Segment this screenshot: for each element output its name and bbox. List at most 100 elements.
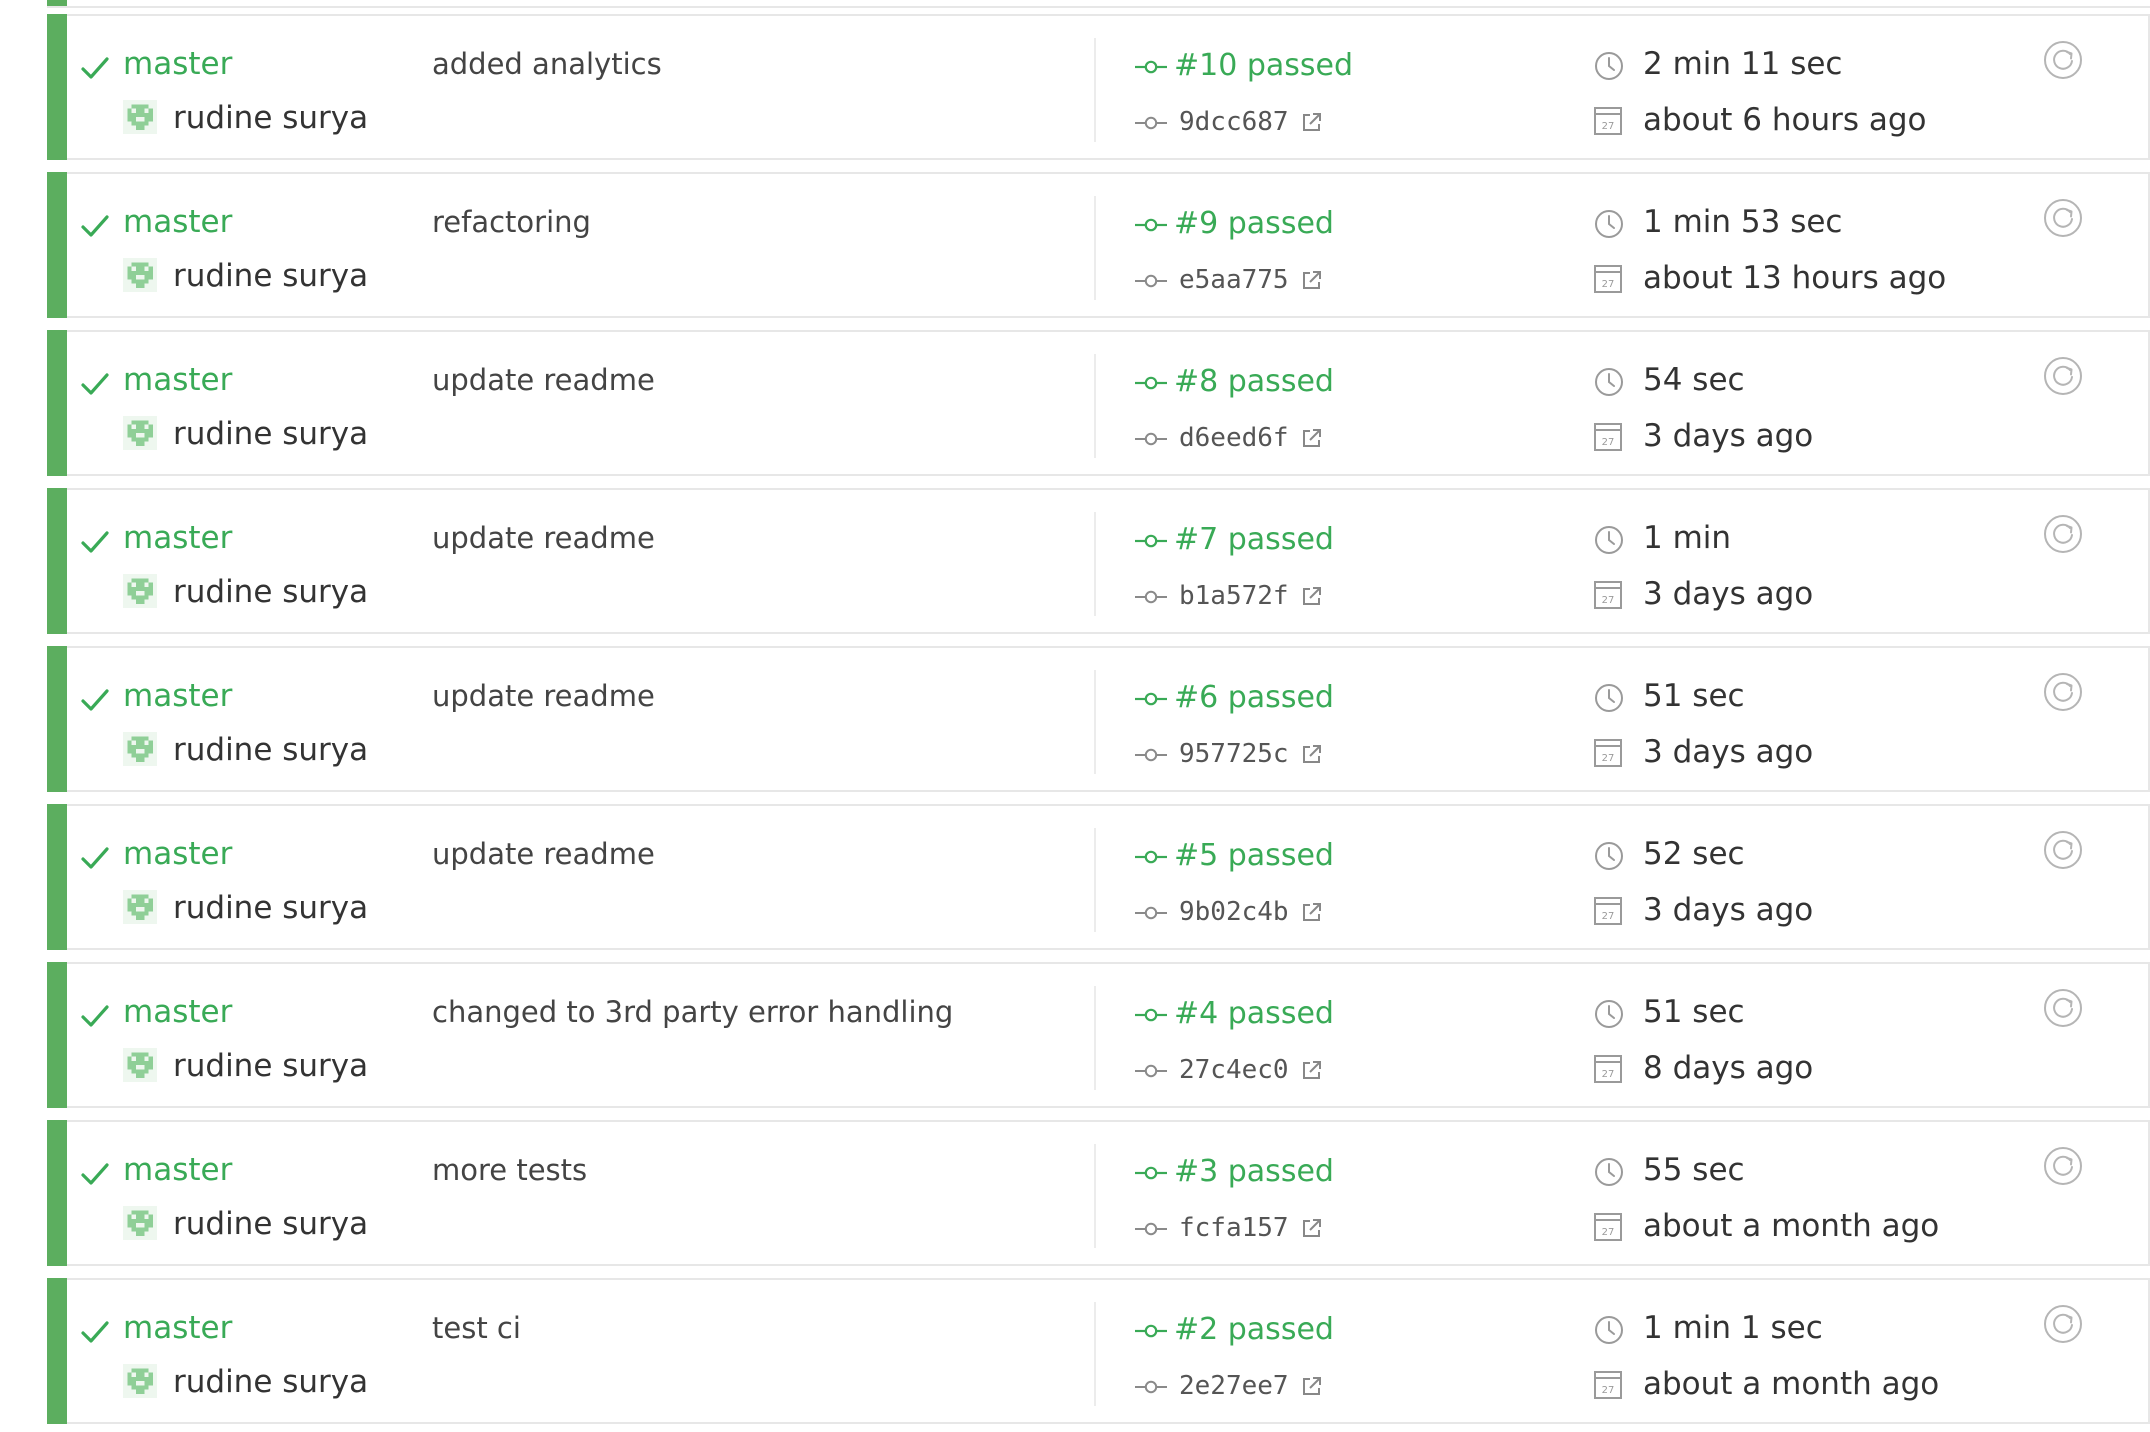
build-history-page: master rudine surya added analytics #10 … <box>0 0 2150 1432</box>
clock-icon <box>1595 684 1623 712</box>
commit-sha-link[interactable]: e5aa775 <box>1179 258 1323 302</box>
external-link-icon <box>1302 1061 1321 1079</box>
clock-icon <box>1595 368 1623 396</box>
avatar <box>123 1364 157 1398</box>
build-duration: 55 sec <box>1643 1152 1745 1188</box>
commit-message[interactable]: update readme <box>432 832 655 876</box>
divider <box>1094 38 1096 142</box>
restart-build-button[interactable] <box>2043 672 2083 712</box>
divider <box>1094 670 1096 774</box>
svg-text:27: 27 <box>1602 1385 1615 1396</box>
build-number-link[interactable]: #9 passed <box>1174 202 1334 246</box>
build-number-link[interactable]: #5 passed <box>1174 834 1334 878</box>
commit-icon <box>1135 850 1167 864</box>
commit-sha: b1a572f <box>1179 581 1289 611</box>
commit-sha-link[interactable]: 27c4ec0 <box>1179 1048 1323 1092</box>
build-row[interactable]: master rudine surya test ci #2 passed 2e… <box>47 1278 2150 1424</box>
calendar-icon: 27 <box>1594 1371 1622 1399</box>
branch-link[interactable]: master <box>123 674 232 718</box>
commit-sha-link[interactable]: b1a572f <box>1179 574 1323 618</box>
branch-link[interactable]: master <box>123 990 232 1034</box>
branch-link[interactable]: master <box>123 1148 232 1192</box>
branch-link[interactable]: master <box>123 1306 232 1350</box>
build-number-link[interactable]: #7 passed <box>1174 518 1334 562</box>
branch-link[interactable]: master <box>123 42 232 86</box>
build-row[interactable]: master rudine surya update readme #7 pas… <box>47 488 2150 634</box>
status-bar <box>47 1278 67 1424</box>
author-name: rudine surya <box>173 1206 369 1242</box>
status-bar <box>47 1120 67 1266</box>
commit-message[interactable]: update readme <box>432 516 655 560</box>
check-icon <box>81 1163 109 1185</box>
restart-build-button[interactable] <box>2043 988 2083 1028</box>
build-duration: 2 min 11 sec <box>1643 46 1843 82</box>
commit-icon <box>1135 432 1167 446</box>
build-number-link[interactable]: #4 passed <box>1174 992 1334 1036</box>
build-row[interactable]: master rudine surya more tests #3 passed <box>47 1120 2150 1266</box>
build-row[interactable]: master rudine surya update readme #8 pas… <box>47 330 2150 476</box>
calendar-icon: 27 <box>1594 107 1622 135</box>
build-row[interactable]: master rudine surya update readme #5 pas… <box>47 804 2150 950</box>
branch-link[interactable]: master <box>123 832 232 876</box>
commit-message[interactable]: refactoring <box>432 200 591 244</box>
commit-sha-link[interactable]: 957725c <box>1179 732 1323 776</box>
branch-link[interactable]: master <box>123 358 232 402</box>
restart-icon <box>2044 1147 2082 1185</box>
commit-sha-link[interactable]: 2e27ee7 <box>1179 1364 1323 1408</box>
status-bar <box>47 646 67 792</box>
build-number-link[interactable]: #2 passed <box>1174 1308 1334 1352</box>
build-row[interactable]: master rudine surya update readme #6 pas… <box>47 646 2150 792</box>
commit-message[interactable]: test ci <box>432 1306 521 1350</box>
svg-text:27: 27 <box>1602 1227 1615 1238</box>
restart-build-button[interactable] <box>2043 830 2083 870</box>
restart-build-button[interactable] <box>2043 356 2083 396</box>
restart-build-button[interactable] <box>2043 198 2083 238</box>
avatar <box>123 890 157 924</box>
commit-message[interactable]: changed to 3rd party error handling <box>432 990 953 1034</box>
build-number-link[interactable]: #6 passed <box>1174 676 1334 720</box>
commit-icon <box>1135 1008 1167 1022</box>
svg-text:27: 27 <box>1602 279 1615 290</box>
commit-message[interactable]: added analytics <box>432 42 662 86</box>
avatar <box>123 574 157 608</box>
build-list: master rudine surya added analytics #10 … <box>47 14 2150 1432</box>
build-finished-time: 8 days ago <box>1643 1050 1814 1086</box>
branch-link[interactable]: master <box>123 516 232 560</box>
check-icon <box>81 1321 109 1343</box>
commit-message[interactable]: update readme <box>432 358 655 402</box>
commit-sha-link[interactable]: 9b02c4b <box>1179 890 1323 934</box>
build-row[interactable]: master rudine surya changed to 3rd party… <box>47 962 2150 1108</box>
commit-icon <box>1135 748 1167 762</box>
commit-icon <box>1135 1324 1167 1338</box>
restart-build-button[interactable] <box>2043 514 2083 554</box>
avatar <box>123 100 157 134</box>
commit-icon <box>1135 1166 1167 1180</box>
commit-icon <box>1135 534 1167 548</box>
build-duration: 51 sec <box>1643 994 1745 1030</box>
build-number-link[interactable]: #8 passed <box>1174 360 1334 404</box>
restart-build-button[interactable] <box>2043 40 2083 80</box>
clock-icon <box>1595 1158 1623 1186</box>
external-link-icon <box>1302 271 1321 289</box>
avatar <box>123 258 157 292</box>
commit-sha-link[interactable]: d6eed6f <box>1179 416 1323 460</box>
build-row[interactable]: master rudine surya refactoring #9 passe… <box>47 172 2150 318</box>
build-number-link[interactable]: #3 passed <box>1174 1150 1334 1194</box>
commit-sha-link[interactable]: 9dcc687 <box>1179 100 1323 144</box>
status-bar <box>47 804 67 950</box>
avatar <box>123 1048 157 1082</box>
divider <box>1094 512 1096 616</box>
status-bar <box>47 14 67 160</box>
branch-link[interactable]: master <box>123 200 232 244</box>
restart-build-button[interactable] <box>2043 1304 2083 1344</box>
build-row[interactable]: master rudine surya added analytics #10 … <box>47 14 2150 160</box>
restart-icon <box>2044 673 2082 711</box>
avatar <box>123 1206 157 1240</box>
build-number-link[interactable]: #10 passed <box>1174 44 1353 88</box>
build-finished-time: 3 days ago <box>1643 734 1814 770</box>
author-name: rudine surya <box>173 890 369 926</box>
commit-sha-link[interactable]: fcfa157 <box>1179 1206 1323 1250</box>
restart-build-button[interactable] <box>2043 1146 2083 1186</box>
commit-message[interactable]: more tests <box>432 1148 587 1192</box>
commit-message[interactable]: update readme <box>432 674 655 718</box>
